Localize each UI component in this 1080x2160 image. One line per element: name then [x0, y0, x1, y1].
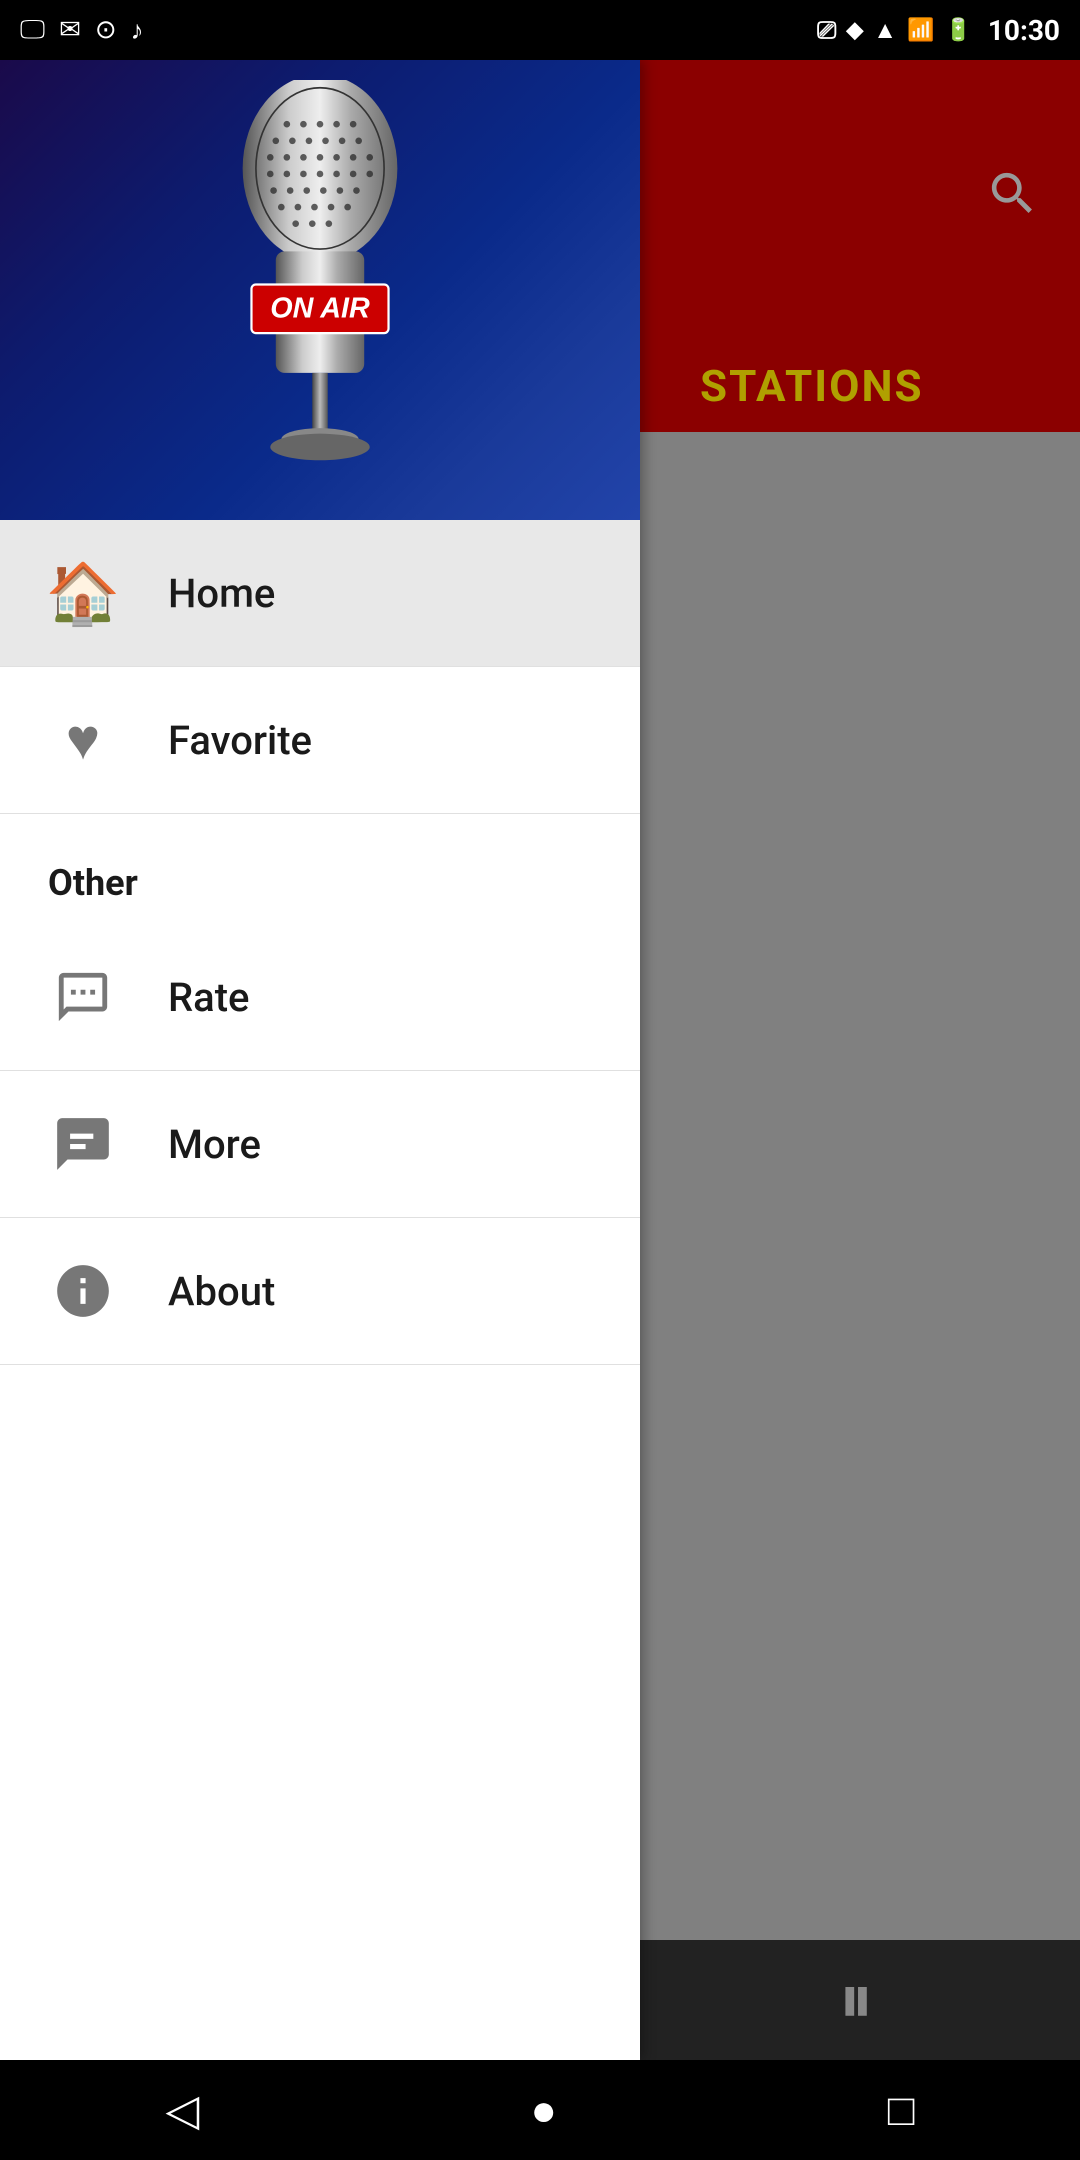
- camera-icon: ⊙: [95, 15, 117, 45]
- svg-text:ON AIR: ON AIR: [270, 293, 370, 325]
- battery-icon: 🔋: [944, 18, 971, 43]
- about-label: About: [168, 1268, 275, 1315]
- mail-icon: ✉: [59, 15, 81, 45]
- menu-item-more[interactable]: More: [0, 1071, 640, 1218]
- recents-button[interactable]: □: [858, 2074, 945, 2146]
- right-panel: STATIONS ⏸: [640, 60, 1080, 2060]
- other-section-header: Other: [0, 814, 640, 924]
- menu-item-about[interactable]: About: [0, 1218, 640, 1365]
- home-button[interactable]: ●: [500, 2074, 587, 2146]
- favorite-label: Favorite: [168, 717, 312, 764]
- more-icon: [52, 1113, 114, 1175]
- player-bar: ⏸: [640, 1940, 1080, 2060]
- stations-title-bar: STATIONS: [640, 340, 1080, 432]
- info-icon-container: [48, 1256, 118, 1326]
- stations-title: STATIONS: [670, 340, 954, 432]
- wifi-icon: ▲: [873, 16, 897, 45]
- bottom-nav: ◁ ● □: [0, 2060, 1080, 2160]
- microphone-graphic: ON AIR: [110, 80, 530, 500]
- sim-card-icon: 🖵: [20, 15, 45, 46]
- mic-container: ON AIR: [0, 60, 640, 520]
- menu-section: 🏠 Home ♥ Favorite Other Rat: [0, 520, 640, 2060]
- home-icon-container: 🏠: [48, 558, 118, 628]
- more-label: More: [168, 1121, 261, 1168]
- right-panel-top: [640, 60, 1080, 340]
- pause-button[interactable]: ⏸: [839, 1959, 882, 2041]
- back-button[interactable]: ◁: [136, 2074, 230, 2146]
- drawer: ON AIR 🏠 Home: [0, 60, 640, 2060]
- right-panel-content: [640, 432, 1080, 1940]
- more-icon-container: [48, 1109, 118, 1179]
- home-icon: 🏠: [46, 558, 121, 629]
- main-wrapper: ON AIR 🏠 Home: [0, 60, 1080, 2060]
- info-icon: [52, 1260, 114, 1322]
- rate-label: Rate: [168, 974, 249, 1021]
- status-bar-right-icons: ⎚ ◆ ▲ 📶 🔋 10:30: [817, 14, 1060, 47]
- menu-item-rate[interactable]: Rate: [0, 924, 640, 1071]
- signal-icon: 📶: [907, 18, 934, 43]
- heart-icon: ♥: [66, 706, 100, 774]
- cast-icon: ⎚: [817, 16, 836, 44]
- menu-item-favorite[interactable]: ♥ Favorite: [0, 667, 640, 814]
- menu-item-home[interactable]: 🏠 Home: [0, 520, 640, 667]
- status-bar-left-icons: 🖵 ✉ ⊙ ♪: [20, 15, 144, 46]
- time-display: 10:30: [988, 14, 1060, 47]
- music-icon: ♪: [131, 15, 144, 46]
- home-label: Home: [168, 570, 275, 617]
- heart-icon-container: ♥: [48, 705, 118, 775]
- rate-icon-container: [48, 962, 118, 1032]
- search-icon[interactable]: [985, 165, 1040, 236]
- hero-image: ON AIR: [0, 60, 640, 520]
- rate-icon: [54, 968, 112, 1026]
- location-icon: ◆: [846, 18, 863, 43]
- status-bar: 🖵 ✉ ⊙ ♪ ⎚ ◆ ▲ 📶 🔋 10:30: [0, 0, 1080, 60]
